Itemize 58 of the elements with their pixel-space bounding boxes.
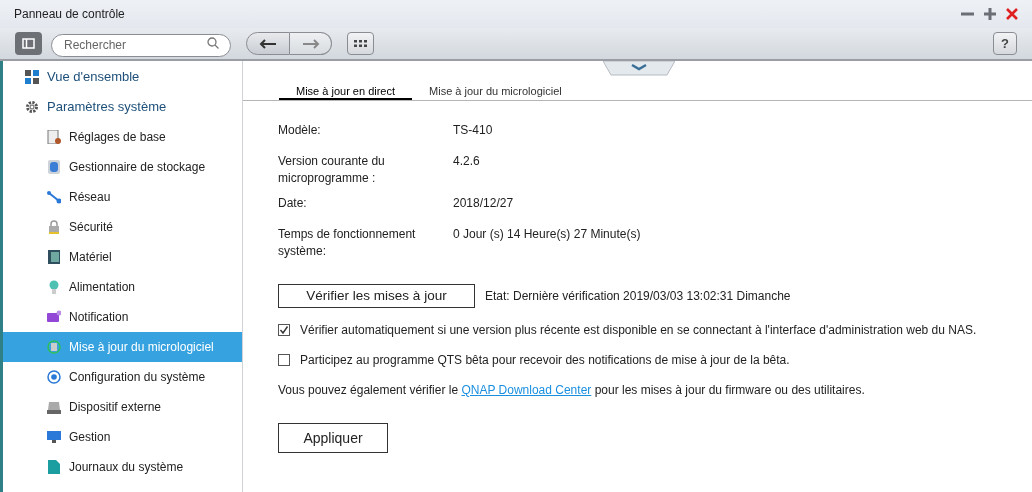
sidebar-item[interactable]: Paramètres système [3, 92, 242, 122]
help-button[interactable]: ? [993, 32, 1017, 55]
monitor-icon [47, 430, 61, 444]
search-icon [207, 37, 219, 49]
field-label: Modèle: [278, 122, 322, 139]
grid-icon [25, 70, 39, 84]
grid-icon [354, 40, 367, 47]
disk-icon [47, 160, 61, 174]
sidebar-item[interactable]: Vue d'ensemble [3, 62, 242, 92]
sidebar-item[interactable]: Configuration du système [3, 362, 242, 392]
chip-icon [47, 340, 61, 354]
right-arrow-icon [301, 38, 320, 49]
file-icon [47, 460, 61, 474]
panel-icon [22, 38, 35, 49]
field-value: TS-410 [453, 122, 493, 139]
download-center-link[interactable]: QNAP Download Center [461, 383, 592, 397]
sidebar-item[interactable]: Matériel [3, 242, 242, 272]
back-button[interactable] [246, 32, 290, 55]
checkbox-label: Participez au programme QTS bêta pour recevoir des notifications de mise à jour de la bêta. [300, 352, 790, 369]
apply-button[interactable]: Appliquer [278, 423, 388, 453]
field-value: 2018/12/27 [453, 195, 514, 212]
field-label: Temps de fonctionnement système: [278, 226, 417, 260]
sidebar-item[interactable]: Gestion [3, 422, 242, 452]
checkbox-label: Vérifier automatiquement si une version plus récente est disponible en se connectant à l'interface d'administration web du NAS. [300, 322, 977, 339]
close-icon[interactable] [1006, 8, 1018, 20]
sidebar-item[interactable]: Réseau [3, 182, 242, 212]
check-updates-button[interactable]: Vérifier les mises à jour [278, 284, 475, 308]
drive-icon [47, 400, 61, 414]
sidebar-item[interactable]: Alimentation [3, 272, 242, 302]
checkbox[interactable] [278, 354, 290, 366]
left-arrow-icon [259, 38, 277, 49]
field-label: Version courante du microprogramme : [278, 153, 386, 187]
network-icon [47, 190, 61, 204]
sidebar-item[interactable]: Gestionnaire de stockage [3, 152, 242, 182]
apps-button[interactable] [347, 32, 374, 55]
sidebar-item[interactable]: Journaux du système [3, 452, 242, 482]
field-value: 4.2.6 [453, 153, 480, 170]
field-label: Date: [278, 195, 308, 212]
tab[interactable]: Mise à jour en direct [279, 83, 413, 100]
maximize-icon[interactable] [984, 8, 996, 20]
sidebar-toggle-button[interactable] [15, 32, 42, 55]
collapse-tab-icon[interactable] [603, 61, 675, 76]
lock-icon [47, 220, 61, 234]
note-text: Vous pouvez également vérifier le QNAP Download Center pour les mises à jour du firmware ou des utilitaires. [278, 382, 866, 399]
sidebar-item[interactable]: Sécurité [3, 212, 242, 242]
sidebar-item[interactable]: Réglages de base [3, 122, 242, 152]
window-title: Panneau de contrôle [14, 6, 125, 23]
tab[interactable]: Mise à jour du micrologiciel [412, 83, 579, 100]
bulb-icon [47, 280, 61, 294]
search-field[interactable]: Rechercher [51, 33, 231, 57]
message-icon [47, 310, 61, 324]
document-icon [47, 130, 61, 144]
sidebar-item[interactable]: Notification [3, 302, 242, 332]
checkbox[interactable] [278, 324, 290, 336]
status-text: Etat: Dernière vérification 2019/03/03 13:02:31 Dimanche [485, 288, 791, 305]
field-value: 0 Jour (s) 14 Heure(s) 27 Minute(s) [453, 226, 641, 243]
board-icon [47, 250, 61, 264]
sidebar-item[interactable]: Dispositif externe [3, 392, 242, 422]
